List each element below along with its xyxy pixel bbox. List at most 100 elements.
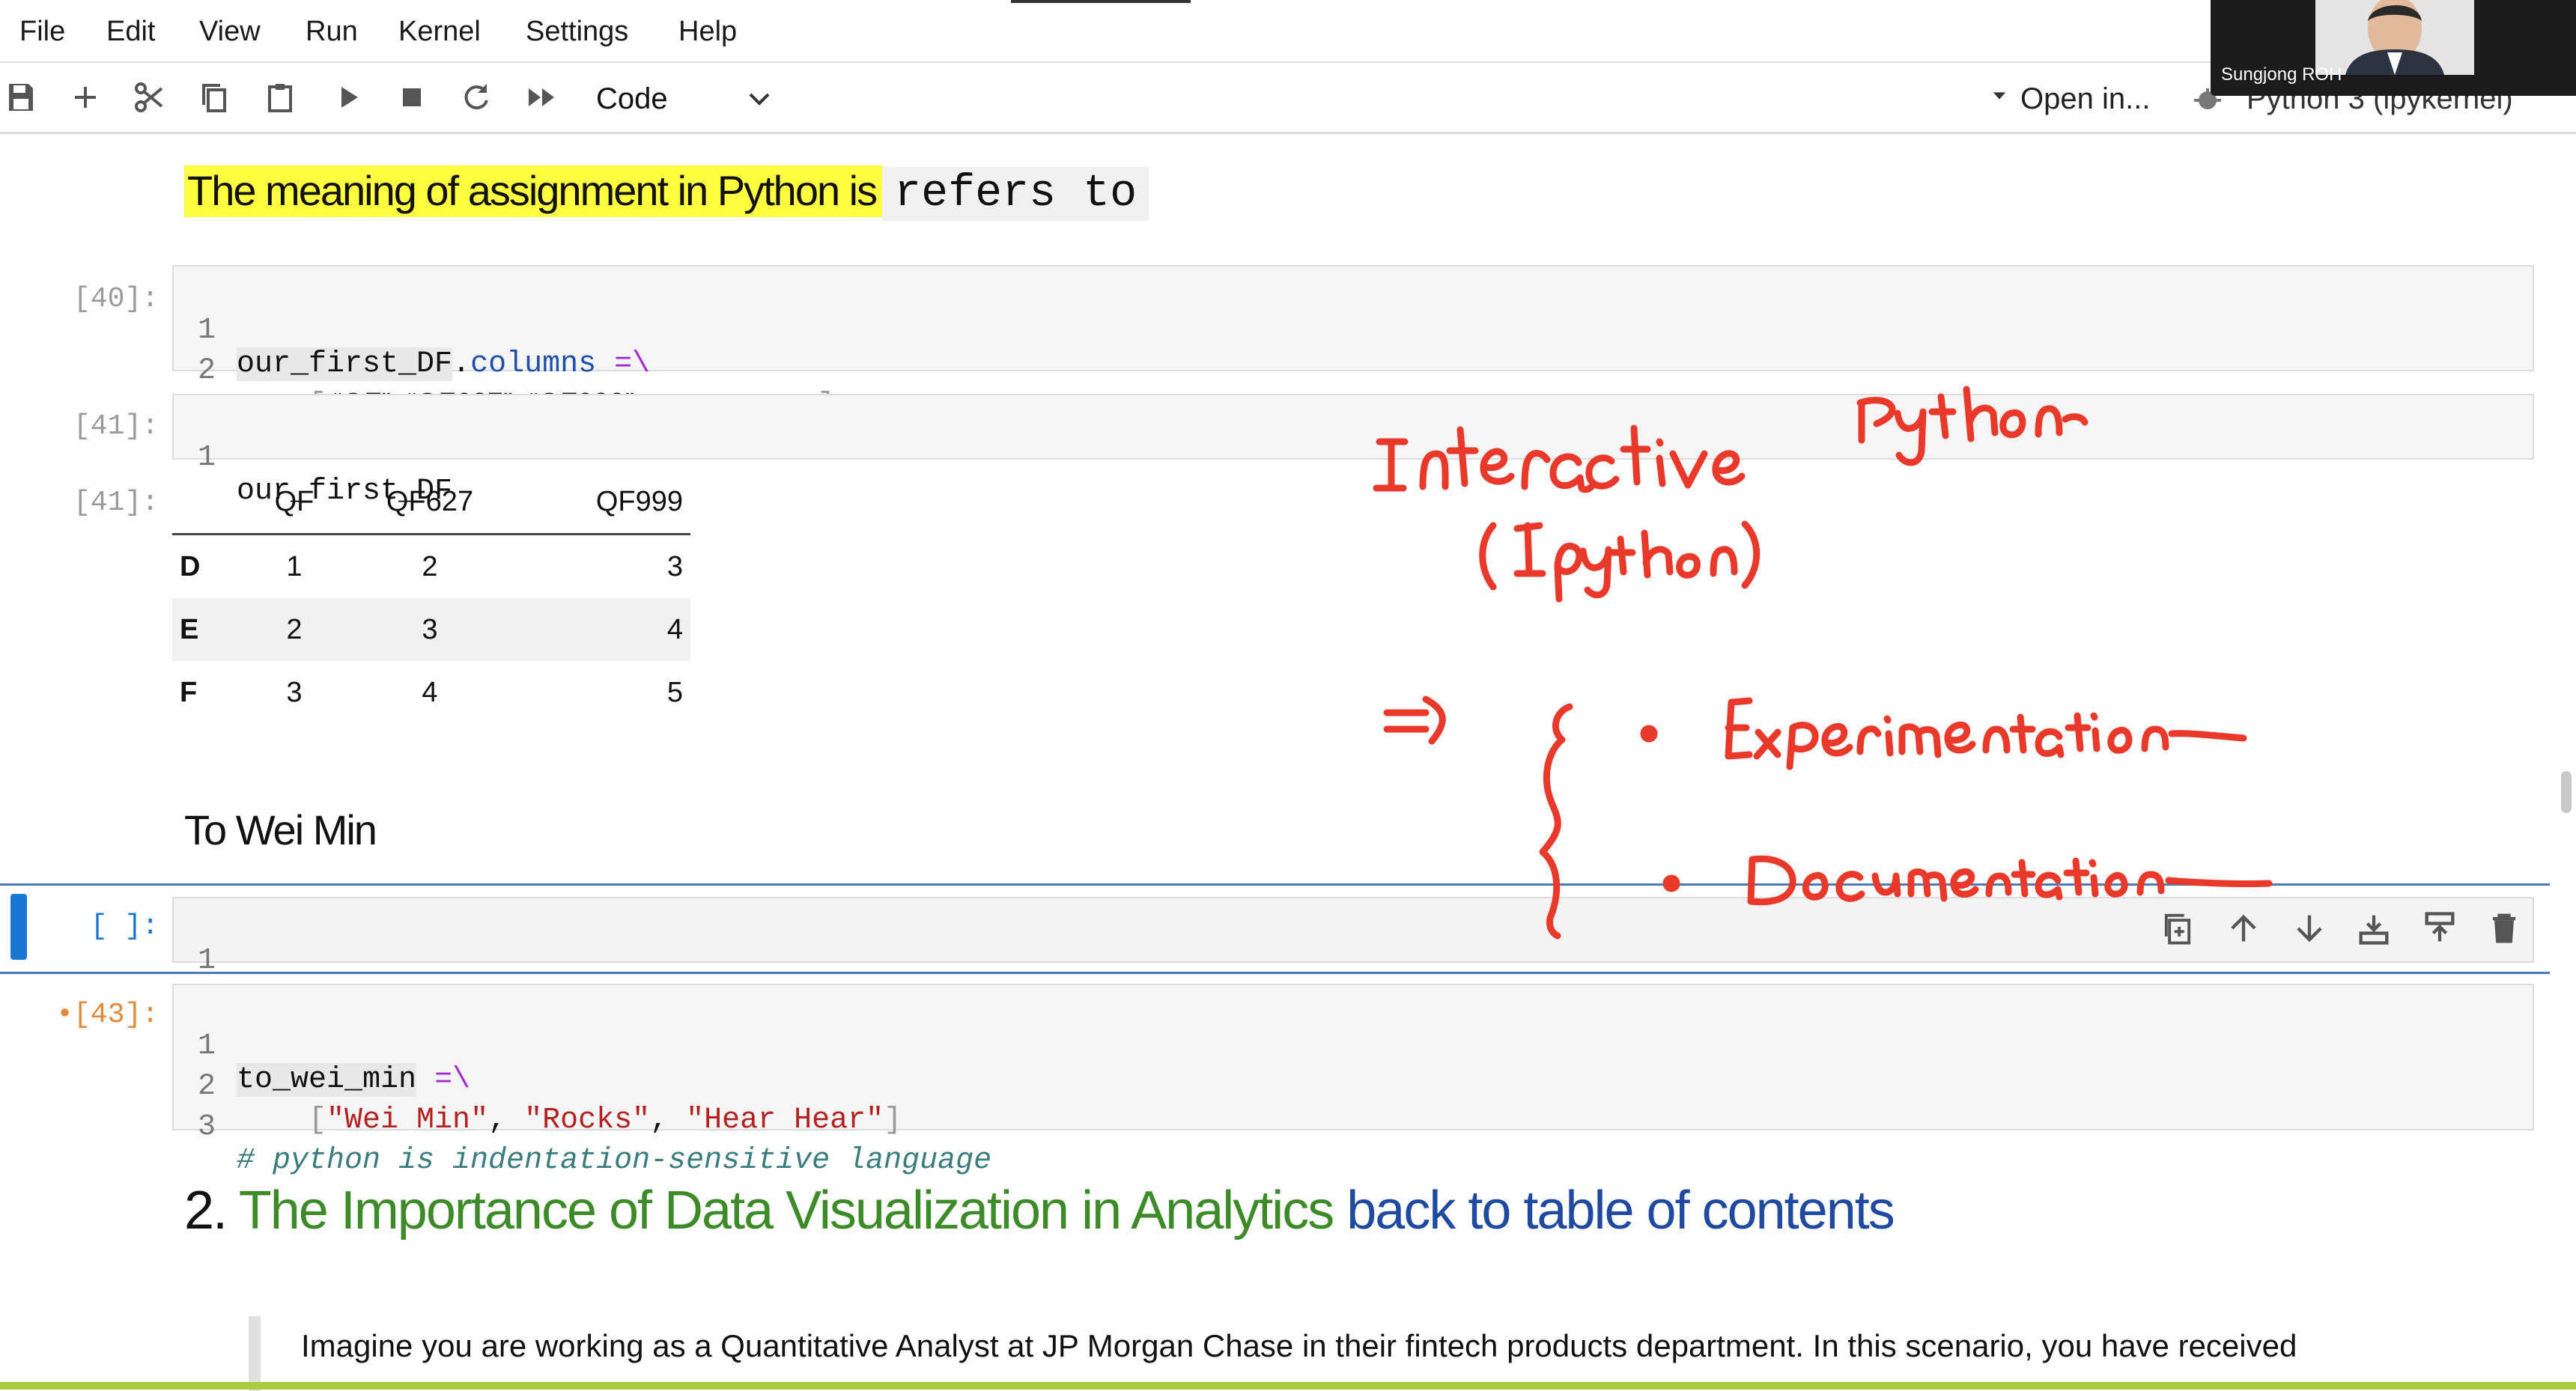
run-icon[interactable] xyxy=(329,79,365,115)
table-cell: 2 xyxy=(286,613,303,645)
status-bar-accent xyxy=(0,1382,2576,1390)
video-thumbnail: Sungjong ROH xyxy=(2211,0,2576,96)
string-literal: "Wei Min" xyxy=(326,1104,489,1137)
blockquote-text: Imagine you are working as a Quantitativ… xyxy=(301,1328,2297,1363)
notebook-toolbar: Code Open in... Python 3 (ipykernel) xyxy=(0,63,2576,134)
participant-video xyxy=(2315,0,2474,75)
menu-edit[interactable]: Edit xyxy=(106,13,155,49)
menu-file[interactable]: File xyxy=(19,13,65,49)
table-cell: 2 xyxy=(422,550,438,582)
stop-icon[interactable] xyxy=(394,79,430,115)
copy-icon[interactable] xyxy=(196,79,232,115)
comma: , xyxy=(650,1104,687,1137)
delete-icon[interactable] xyxy=(2485,909,2524,948)
insert-below-icon[interactable] xyxy=(2354,909,2393,948)
insert-above-icon[interactable] xyxy=(2420,909,2459,948)
column-header: QF999 xyxy=(511,470,690,535)
cell-action-toolbar xyxy=(2158,909,2516,951)
table-row: E 2 3 4 xyxy=(172,598,690,661)
wei-min-heading: To Wei Min xyxy=(184,806,377,853)
table-header-row: QF QF627 QF999 xyxy=(172,470,690,535)
line-number: 1 xyxy=(197,944,216,978)
table-cell: 3 xyxy=(422,613,438,645)
dataframe-output: QF QF627 QF999 D 1 2 3 E 2 3 4 F 3 4 5 xyxy=(172,470,690,724)
cell-type-select[interactable]: Code xyxy=(596,82,668,116)
identifier: our_first_DF xyxy=(237,347,453,381)
string-literal: "Hear Hear" xyxy=(686,1104,884,1137)
code-cell-41[interactable]: 1 our_first_DF xyxy=(172,394,2534,508)
code-line: 1 our_first_DF.columns =\ xyxy=(174,280,650,381)
cell-prompt-43: •[43]: xyxy=(9,999,159,1031)
section-heading: 2. The Importance of Data Visualization … xyxy=(184,1180,1895,1241)
move-down-icon[interactable] xyxy=(2290,909,2329,948)
code-cell-43[interactable]: 1 to_wei_min =\ 2 ["Wei Min", "Rocks", "… xyxy=(172,984,2534,1178)
cell-prompt-empty: [ ]: xyxy=(90,910,159,943)
menu-run[interactable]: Run xyxy=(306,13,358,49)
active-cell-border xyxy=(0,883,2550,886)
duplicate-icon[interactable] xyxy=(2158,909,2197,948)
menu-kernel[interactable]: Kernel xyxy=(398,13,481,49)
caret-down-icon[interactable] xyxy=(1989,85,2010,106)
section-number: 2. xyxy=(184,1181,228,1241)
table-cell: 3 xyxy=(666,550,683,582)
column-header: QF627 xyxy=(349,470,511,535)
table-row: D 1 2 3 xyxy=(172,535,690,599)
menu-settings[interactable]: Settings xyxy=(526,13,628,49)
prompt-text: [43]: xyxy=(73,999,159,1031)
code-cell-40[interactable]: 1 our_first_DF.columns =\ 2 [“QF”, “QF62… xyxy=(172,265,2534,422)
inline-code: refers to xyxy=(882,167,1149,221)
fast-forward-icon[interactable] xyxy=(524,79,560,115)
code-text: ["Wei Min", "Rocks", "Hear Hear"] xyxy=(237,1104,902,1137)
section-title: The Importance of Data Visualization in … xyxy=(238,1181,1334,1241)
column-header: QF xyxy=(240,470,349,535)
code-comment: # python is indentation-sensitive langua… xyxy=(237,1144,992,1178)
menu-view[interactable]: View xyxy=(199,13,261,49)
menu-bar: File Edit View Run Kernel Settings Help xyxy=(0,0,2576,63)
active-cell-border xyxy=(0,972,2550,974)
index-header xyxy=(172,470,240,535)
table-cell: 3 xyxy=(286,676,303,708)
table-row: F 3 4 5 xyxy=(172,661,690,724)
back-to-toc-link[interactable]: back to table of contents xyxy=(1346,1181,1895,1241)
operator: =\ xyxy=(614,347,651,381)
line-number: 2 xyxy=(197,354,216,388)
table-cell: 4 xyxy=(666,613,683,645)
table-cell: 5 xyxy=(666,676,683,708)
code-line: 1 xyxy=(174,910,246,978)
cut-icon[interactable] xyxy=(132,79,168,115)
operator: =\ xyxy=(434,1063,471,1097)
row-index: D xyxy=(180,550,201,582)
save-icon[interactable] xyxy=(3,79,39,115)
cell-prompt-41: [41]: xyxy=(73,410,159,442)
code-line: 1 to_wei_min =\ xyxy=(174,996,470,1097)
code-line: 2 [“QF”, “QF627”, “QF999”] xyxy=(174,320,835,422)
highlighted-text: The meaning of assignment in Python is xyxy=(184,165,883,217)
scrollbar-thumb[interactable] xyxy=(2561,771,2572,813)
add-cell-icon[interactable] xyxy=(67,79,103,115)
code-text: to_wei_min =\ xyxy=(237,1063,470,1097)
paste-icon[interactable] xyxy=(262,79,298,115)
menu-help[interactable]: Help xyxy=(678,13,737,49)
row-index: E xyxy=(180,613,199,645)
open-bracket: [ xyxy=(309,1104,327,1137)
move-up-icon[interactable] xyxy=(2224,909,2263,948)
cell-prompt-40: [40]: xyxy=(73,283,159,315)
code-text: our_first_DF.columns =\ xyxy=(237,347,650,381)
code-line: 2 ["Wei Min", "Rocks", "Hear Hear"] xyxy=(174,1036,902,1137)
close-bracket: ] xyxy=(884,1104,902,1137)
table-cell: 1 xyxy=(286,550,303,582)
code-line: 1 our_first_DF xyxy=(174,407,452,508)
open-in-button[interactable]: Open in... xyxy=(2020,82,2150,116)
code-line: 3 # python is indentation-sensitive lang… xyxy=(174,1077,991,1178)
attribute: columns xyxy=(470,347,597,381)
restart-icon[interactable] xyxy=(458,79,494,115)
chevron-down-icon[interactable] xyxy=(741,81,777,117)
scenario-blockquote: Imagine you are working as a Quantitativ… xyxy=(249,1316,2507,1391)
dot: . xyxy=(452,347,471,381)
output-prompt-41: [41]: xyxy=(73,487,159,519)
line-number: 3 xyxy=(197,1110,216,1144)
comma: , xyxy=(488,1104,525,1137)
string-literal: "Rocks" xyxy=(524,1104,651,1137)
